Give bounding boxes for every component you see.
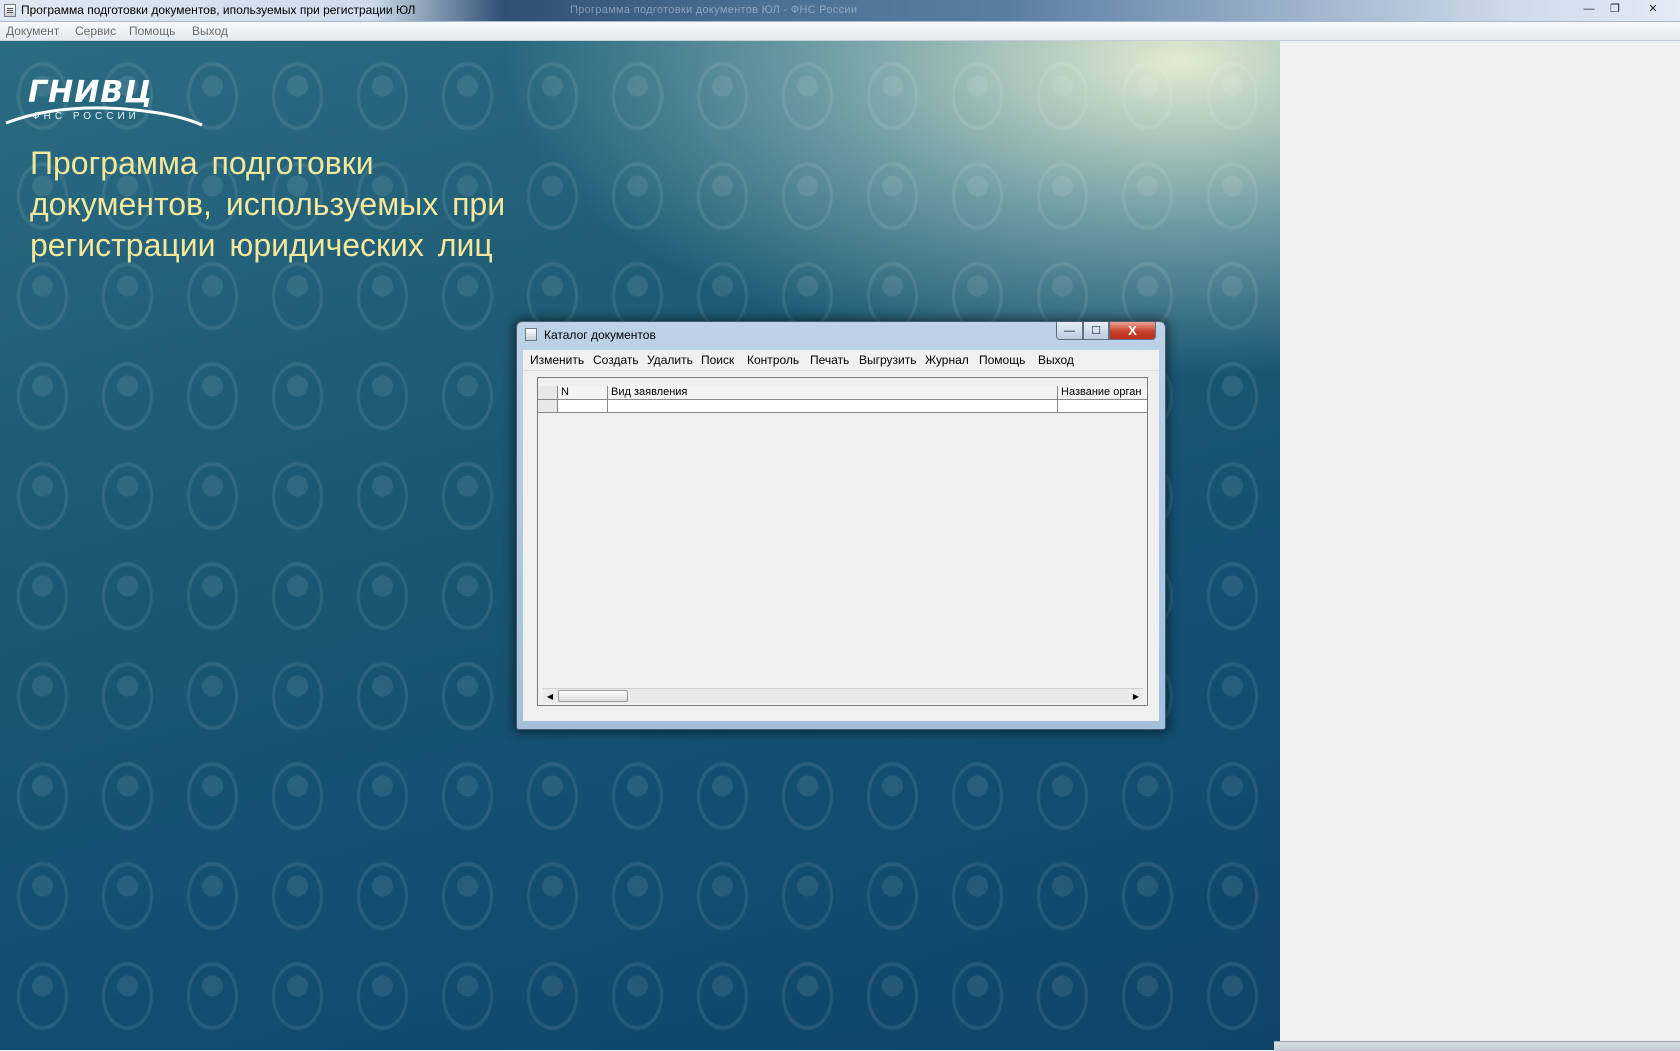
column-header-application-type[interactable]: Вид заявления: [608, 386, 1058, 400]
catalog-menu-export[interactable]: Выгрузить: [859, 353, 917, 367]
scroll-right-arrow-icon[interactable]: ▶: [1129, 690, 1143, 703]
catalog-menu-delete[interactable]: Удалить: [647, 353, 693, 367]
app-minimize-button[interactable]: —: [1576, 0, 1602, 17]
app-menubar: Документ Сервис Помощь Выход: [0, 22, 1680, 41]
grid-corner-cell: [538, 386, 558, 400]
grid-cell-n[interactable]: [558, 400, 608, 413]
menu-exit[interactable]: Выход: [192, 24, 228, 38]
catalog-minimize-button[interactable]: —: [1056, 322, 1083, 340]
catalog-menu-help[interactable]: Помощь: [979, 353, 1025, 367]
catalog-menu-exit[interactable]: Выход: [1038, 353, 1074, 367]
right-pane: [1280, 41, 1680, 1050]
scroll-left-arrow-icon[interactable]: ◀: [543, 690, 557, 703]
app-close-button[interactable]: ✕: [1640, 0, 1666, 17]
catalog-menu-print[interactable]: Печать: [810, 353, 849, 367]
grid-cell-organ-name[interactable]: [1058, 400, 1147, 413]
app-document-icon: [4, 4, 16, 17]
column-header-n[interactable]: N: [558, 386, 608, 400]
app-title: Программа подготовки документов, ипользу…: [21, 3, 416, 17]
row-indicator-cell[interactable]: [538, 400, 558, 413]
scroll-thumb[interactable]: [558, 690, 628, 702]
column-header-organ-name[interactable]: Название орган: [1058, 386, 1147, 400]
program-heading: Программа подготовки документов, использ…: [30, 145, 506, 263]
app-restore-button[interactable]: ❐: [1602, 0, 1628, 17]
catalog-menu-create[interactable]: Создать: [593, 353, 639, 367]
catalog-window: Каталог документов — ☐ X Изменить Создат…: [516, 321, 1166, 730]
catalog-title: Каталог документов: [544, 328, 656, 342]
catalog-menu-control[interactable]: Контроль: [747, 353, 799, 367]
horizontal-scrollbar[interactable]: ◀ ▶: [543, 688, 1143, 703]
menu-document[interactable]: Документ: [6, 24, 59, 38]
menu-help[interactable]: Помощь: [129, 24, 175, 38]
logo: ГНИВЦ: [28, 75, 154, 110]
catalog-client-area: N Вид заявления Название орган ◀ ▶: [523, 371, 1159, 721]
app-titlebar: Программа подготовки документов, ипользу…: [0, 0, 1680, 22]
catalog-menu-journal[interactable]: Журнал: [925, 353, 969, 367]
catalog-menu-search[interactable]: Поиск: [701, 353, 734, 367]
catalog-titlebar[interactable]: Каталог документов — ☐ X: [517, 322, 1165, 348]
catalog-maximize-button[interactable]: ☐: [1083, 322, 1109, 340]
grid-cell-application-type[interactable]: [608, 400, 1058, 413]
catalog-document-icon: [525, 328, 537, 341]
catalog-close-button[interactable]: X: [1109, 322, 1156, 340]
catalog-menubar: Изменить Создать Удалить Поиск Контроль …: [523, 350, 1159, 371]
app-title-secondary: Программа подготовки документов ЮЛ - ФНС…: [570, 4, 858, 16]
catalog-menu-edit[interactable]: Изменить: [530, 353, 584, 367]
menu-service[interactable]: Сервис: [75, 24, 116, 38]
documents-grid[interactable]: N Вид заявления Название орган ◀ ▶: [537, 377, 1148, 706]
logo-subtitle: ФНС РОССИИ: [32, 111, 140, 122]
